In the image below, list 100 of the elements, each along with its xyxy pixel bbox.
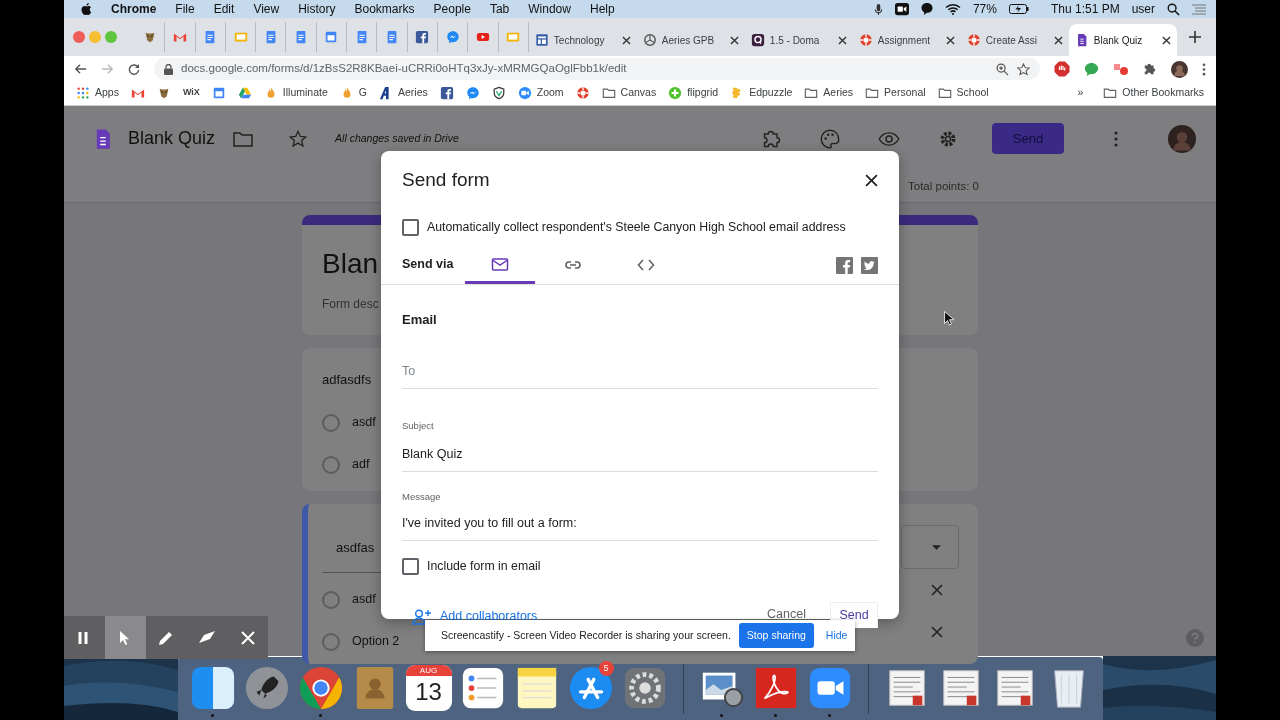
user-menu[interactable]: user — [1131, 0, 1155, 18]
twitter-icon[interactable] — [861, 257, 878, 274]
bookmark[interactable]: Aeries — [379, 85, 428, 101]
folder-icon — [865, 86, 880, 100]
bookmark[interactable]: flipgrid — [668, 85, 719, 101]
radio-button[interactable] — [322, 413, 340, 432]
browser-tab[interactable]: Create Assi — [960, 24, 1069, 56]
checkbox[interactable] — [402, 557, 419, 575]
record-icon[interactable] — [1113, 62, 1129, 76]
close-icon[interactable] — [1053, 35, 1063, 45]
stop-sharing-button[interactable]: Stop sharing — [738, 622, 814, 649]
more-icon[interactable] — [1114, 130, 1118, 147]
form-title-text: Blan — [322, 247, 379, 281]
checkbox-label: Include form in email — [427, 558, 541, 576]
wifi-icon[interactable] — [944, 3, 961, 15]
checkbox[interactable] — [402, 218, 419, 236]
bookmark-icon-button[interactable] — [439, 86, 454, 100]
menu-item[interactable]: Bookmarks — [354, 0, 415, 18]
radio-button[interactable] — [322, 590, 340, 609]
bookmark[interactable]: Zoom — [517, 85, 564, 101]
chat-bubble-icon — [465, 86, 480, 100]
microphone-icon[interactable] — [873, 2, 883, 16]
video-camera-icon — [517, 86, 532, 100]
more-bookmarks-button[interactable]: » — [1077, 85, 1084, 101]
browser-tab[interactable]: Aeries GPB — [636, 24, 745, 56]
avatar-icon[interactable] — [1171, 60, 1188, 78]
subject-field[interactable]: Blank Quiz — [402, 442, 878, 473]
bookmark[interactable]: WiX — [182, 86, 200, 100]
cursor-icon — [944, 311, 954, 326]
menu-item[interactable]: People — [433, 0, 471, 18]
bookmark[interactable]: Edpuzzle — [730, 85, 793, 101]
close-icon[interactable] — [1161, 35, 1171, 45]
battery-percent: 77% — [972, 1, 997, 18]
bookmark[interactable]: School — [937, 85, 989, 101]
browser-logo-icon — [297, 664, 344, 711]
menu-item[interactable]: History — [298, 0, 336, 18]
stop-hand-icon[interactable] — [1054, 61, 1070, 77]
menu-item[interactable]: Window — [528, 0, 571, 18]
clock[interactable]: Thu 1:51 PM — [1050, 0, 1120, 18]
bookmark[interactable]: Personal — [865, 85, 926, 101]
bookmark[interactable]: Canvas — [601, 85, 657, 101]
bookmark[interactable]: Aeries — [804, 85, 854, 101]
remove-option-icon[interactable] — [931, 584, 943, 596]
question-title: adfasdfs — [322, 372, 372, 387]
option-label: asdf — [352, 591, 376, 609]
tab-title: 1.5 - Doma — [769, 33, 820, 48]
checkbox-label: Automatically collect respondent's Steele Canyon High School email address — [427, 218, 846, 236]
apple-logo-icon[interactable] — [80, 2, 92, 16]
back-icon[interactable] — [74, 63, 87, 75]
bookmark-icon-button[interactable] — [491, 86, 506, 100]
close-icon[interactable] — [621, 35, 631, 45]
hide-button[interactable]: Hide — [821, 627, 852, 644]
bookmark[interactable]: Illuminate — [263, 85, 328, 101]
folder-icon[interactable] — [233, 130, 254, 147]
puzzle-piece-icon[interactable] — [1143, 62, 1157, 76]
close-icon[interactable] — [837, 35, 847, 45]
field-label: Subject — [402, 419, 435, 434]
video-camera-icon[interactable] — [894, 2, 909, 16]
new-tab-icon[interactable] — [1188, 31, 1201, 43]
speech-bubble-icon[interactable] — [920, 2, 933, 16]
facebook-icon[interactable] — [836, 257, 853, 274]
close-icon[interactable] — [729, 35, 739, 45]
close-window-button[interactable] — [73, 31, 85, 43]
browser-tab[interactable]: Blank Quiz — [1068, 24, 1177, 56]
menu-item[interactable]: Edit — [213, 0, 235, 18]
menu-item[interactable]: Help — [589, 0, 615, 18]
star-icon[interactable] — [289, 129, 308, 148]
search-icon[interactable] — [1167, 2, 1180, 16]
puzzle-piece-icon[interactable] — [762, 128, 782, 149]
recorder-tool-button[interactable] — [104, 616, 146, 659]
menu-item[interactable]: View — [253, 0, 280, 18]
star-icon[interactable] — [1017, 62, 1030, 76]
close-icon[interactable] — [865, 174, 878, 187]
reload-icon[interactable] — [128, 63, 140, 75]
menu-item[interactable]: File — [175, 0, 195, 18]
dock-item[interactable]: 5 — [566, 660, 615, 717]
remove-option-icon[interactable] — [931, 626, 943, 638]
close-icon[interactable] — [945, 35, 955, 45]
message-field[interactable]: I've invited you to fill out a form: — [402, 511, 878, 542]
browser-tab[interactable]: Assignment — [852, 24, 961, 56]
browser-tab[interactable]: 1.5 - Doma — [744, 24, 853, 56]
zoom-icon[interactable] — [996, 62, 1009, 76]
dock-item[interactable]: AUG 13 — [404, 660, 453, 717]
menu-item[interactable]: Tab — [489, 0, 510, 18]
to-field[interactable]: To — [402, 359, 878, 390]
bookmark[interactable]: Other Bookmarks — [1103, 85, 1204, 101]
bookmark[interactable]: G — [339, 85, 367, 101]
browser-tab[interactable]: Technology — [528, 24, 637, 56]
form-title[interactable]: Blank Quiz — [128, 125, 216, 152]
sharing-message: Screencastify - Screen Video Recorder is sharing your screen. — [441, 627, 731, 643]
bookmark[interactable]: Apps — [76, 85, 119, 101]
address-bar[interactable]: docs.google.com/forms/d/1zBsS2R8KBaei-uCRRi0oHTq3xJy-xMRMGQaOglFbb1k/edit — [154, 58, 1040, 80]
form-description: Form desc — [322, 295, 379, 313]
radio-button[interactable] — [322, 455, 340, 474]
app-store-icon — [567, 664, 614, 711]
radio-button[interactable] — [322, 632, 340, 651]
more-icon[interactable] — [1202, 62, 1206, 76]
app-menu[interactable]: Chrome — [111, 0, 157, 18]
palette-icon[interactable] — [820, 128, 840, 149]
battery-icon[interactable] — [1008, 4, 1029, 14]
